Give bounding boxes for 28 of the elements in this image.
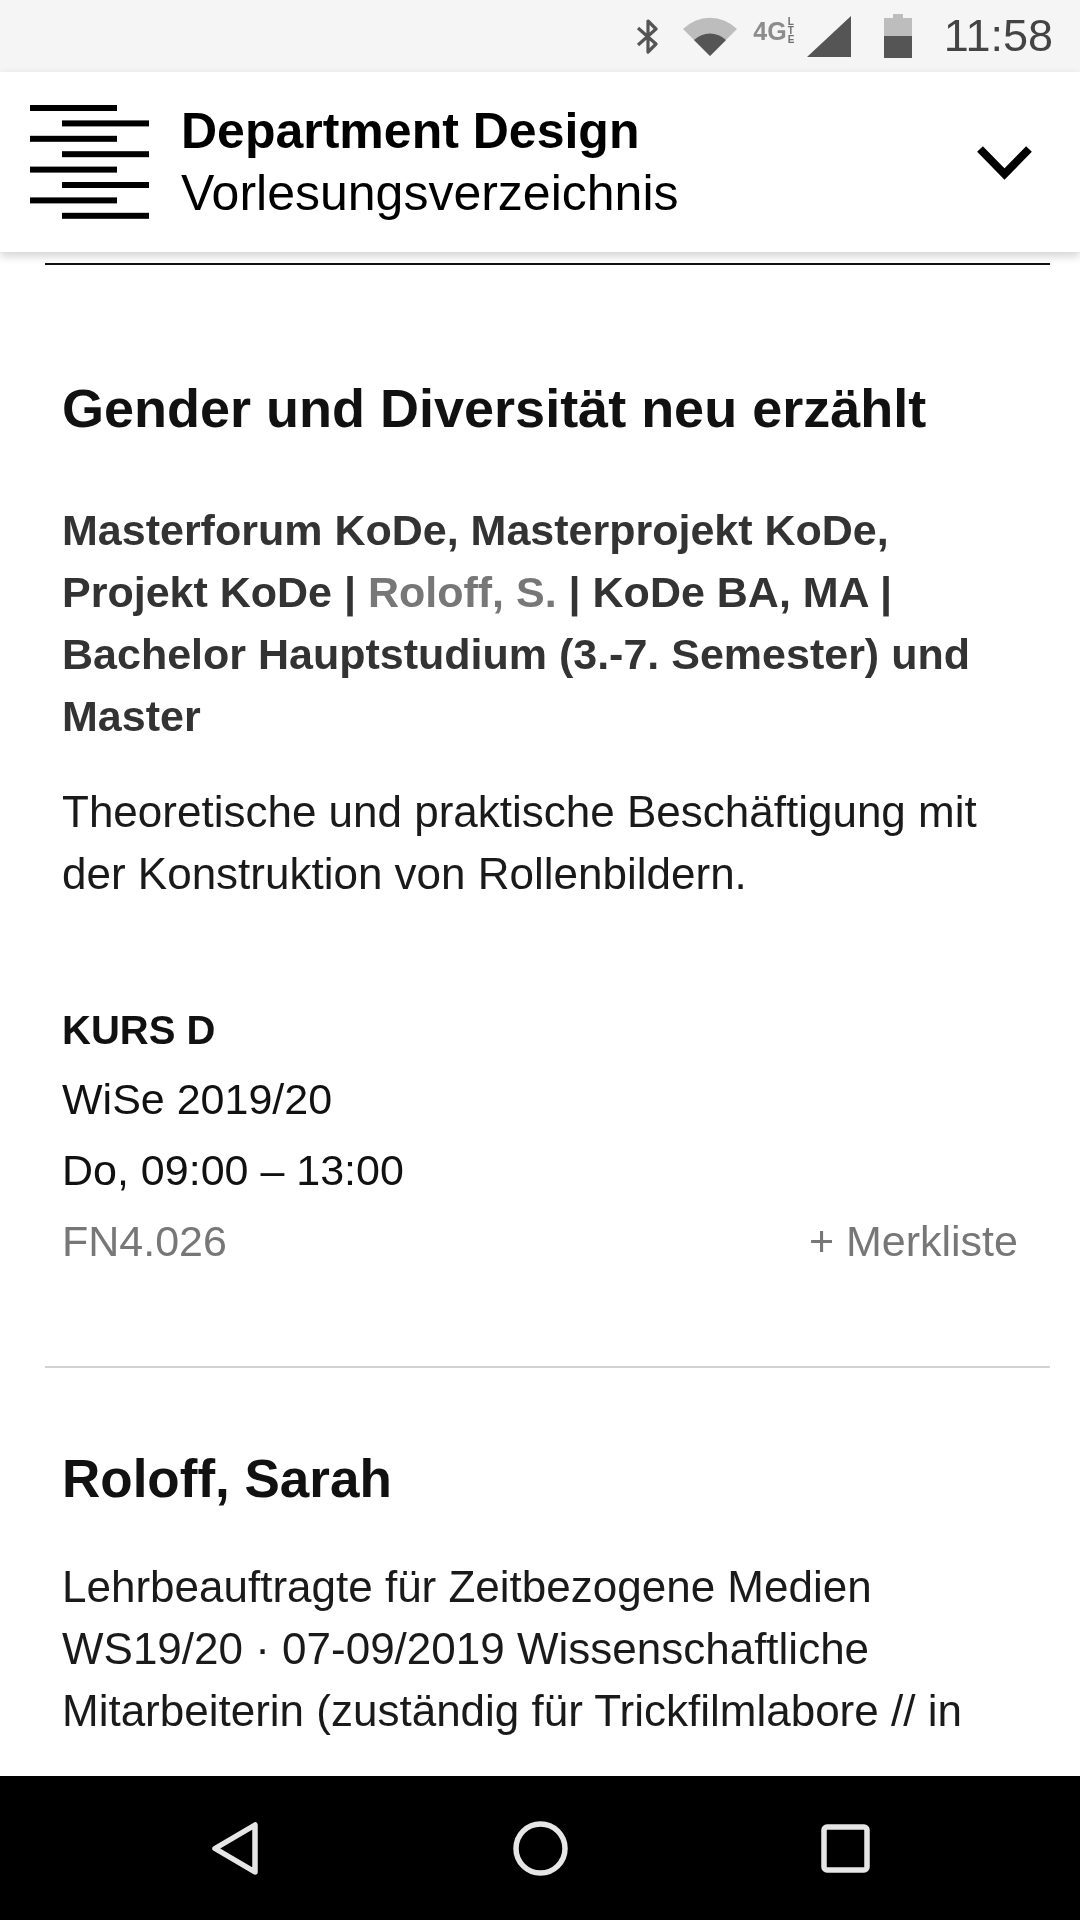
bookmark-button[interactable]: + Merkliste (808, 1211, 1018, 1271)
site-subtitle: Vorlesungsverzeichnis (181, 164, 679, 223)
menu-toggle-button[interactable] (976, 144, 1033, 180)
course-title: Gender und Diversität neu erzählt (62, 377, 927, 440)
person-name: Roloff, Sarah (62, 1448, 392, 1510)
course-section-label: KURS D (62, 1007, 216, 1054)
network-type-label: 4G (753, 18, 787, 44)
home-button[interactable] (512, 1820, 568, 1876)
site-title: Department Design (181, 102, 640, 161)
back-button[interactable] (211, 1820, 259, 1876)
chevron-down-icon (976, 144, 1033, 180)
recents-button[interactable] (821, 1823, 870, 1873)
battery-icon (883, 14, 912, 58)
course-description: Theoretische und praktische Beschäftigung mit der Konstruktion von Rollenbildern. (62, 786, 978, 900)
clock-time: 11:58 (943, 11, 1053, 61)
back-triangle-icon (211, 1820, 259, 1876)
room-text: FN4.026 (62, 1216, 227, 1267)
schedule-text: Do, 09:00 – 13:00 (62, 1145, 404, 1196)
network-subtype-label: LTE (787, 16, 796, 44)
home-circle-icon (512, 1820, 568, 1876)
course-meta: Masterforum KoDe, Masterprojekt KoDe, Projekt KoDe | Roloff, S. | KoDe BA, MA | Bachelor Hauptstudium (3.-7. Semester) und Master (62, 505, 971, 742)
striped-logo-icon[interactable] (30, 105, 149, 219)
semester-text: WiSe 2019/20 (62, 1074, 333, 1125)
lecturer-link[interactable]: Roloff, S. (367, 568, 557, 616)
recents-square-icon (821, 1823, 870, 1873)
signal-icon (806, 15, 851, 57)
wifi-icon (683, 16, 738, 56)
person-bio: Lehrbeauftragte für Zeitbezogene Medien WS19/20 · 07-09/2019 Wissenschaftliche Mitarbeiterin (zuständig für Trickfilmlabore // in (62, 1561, 963, 1737)
